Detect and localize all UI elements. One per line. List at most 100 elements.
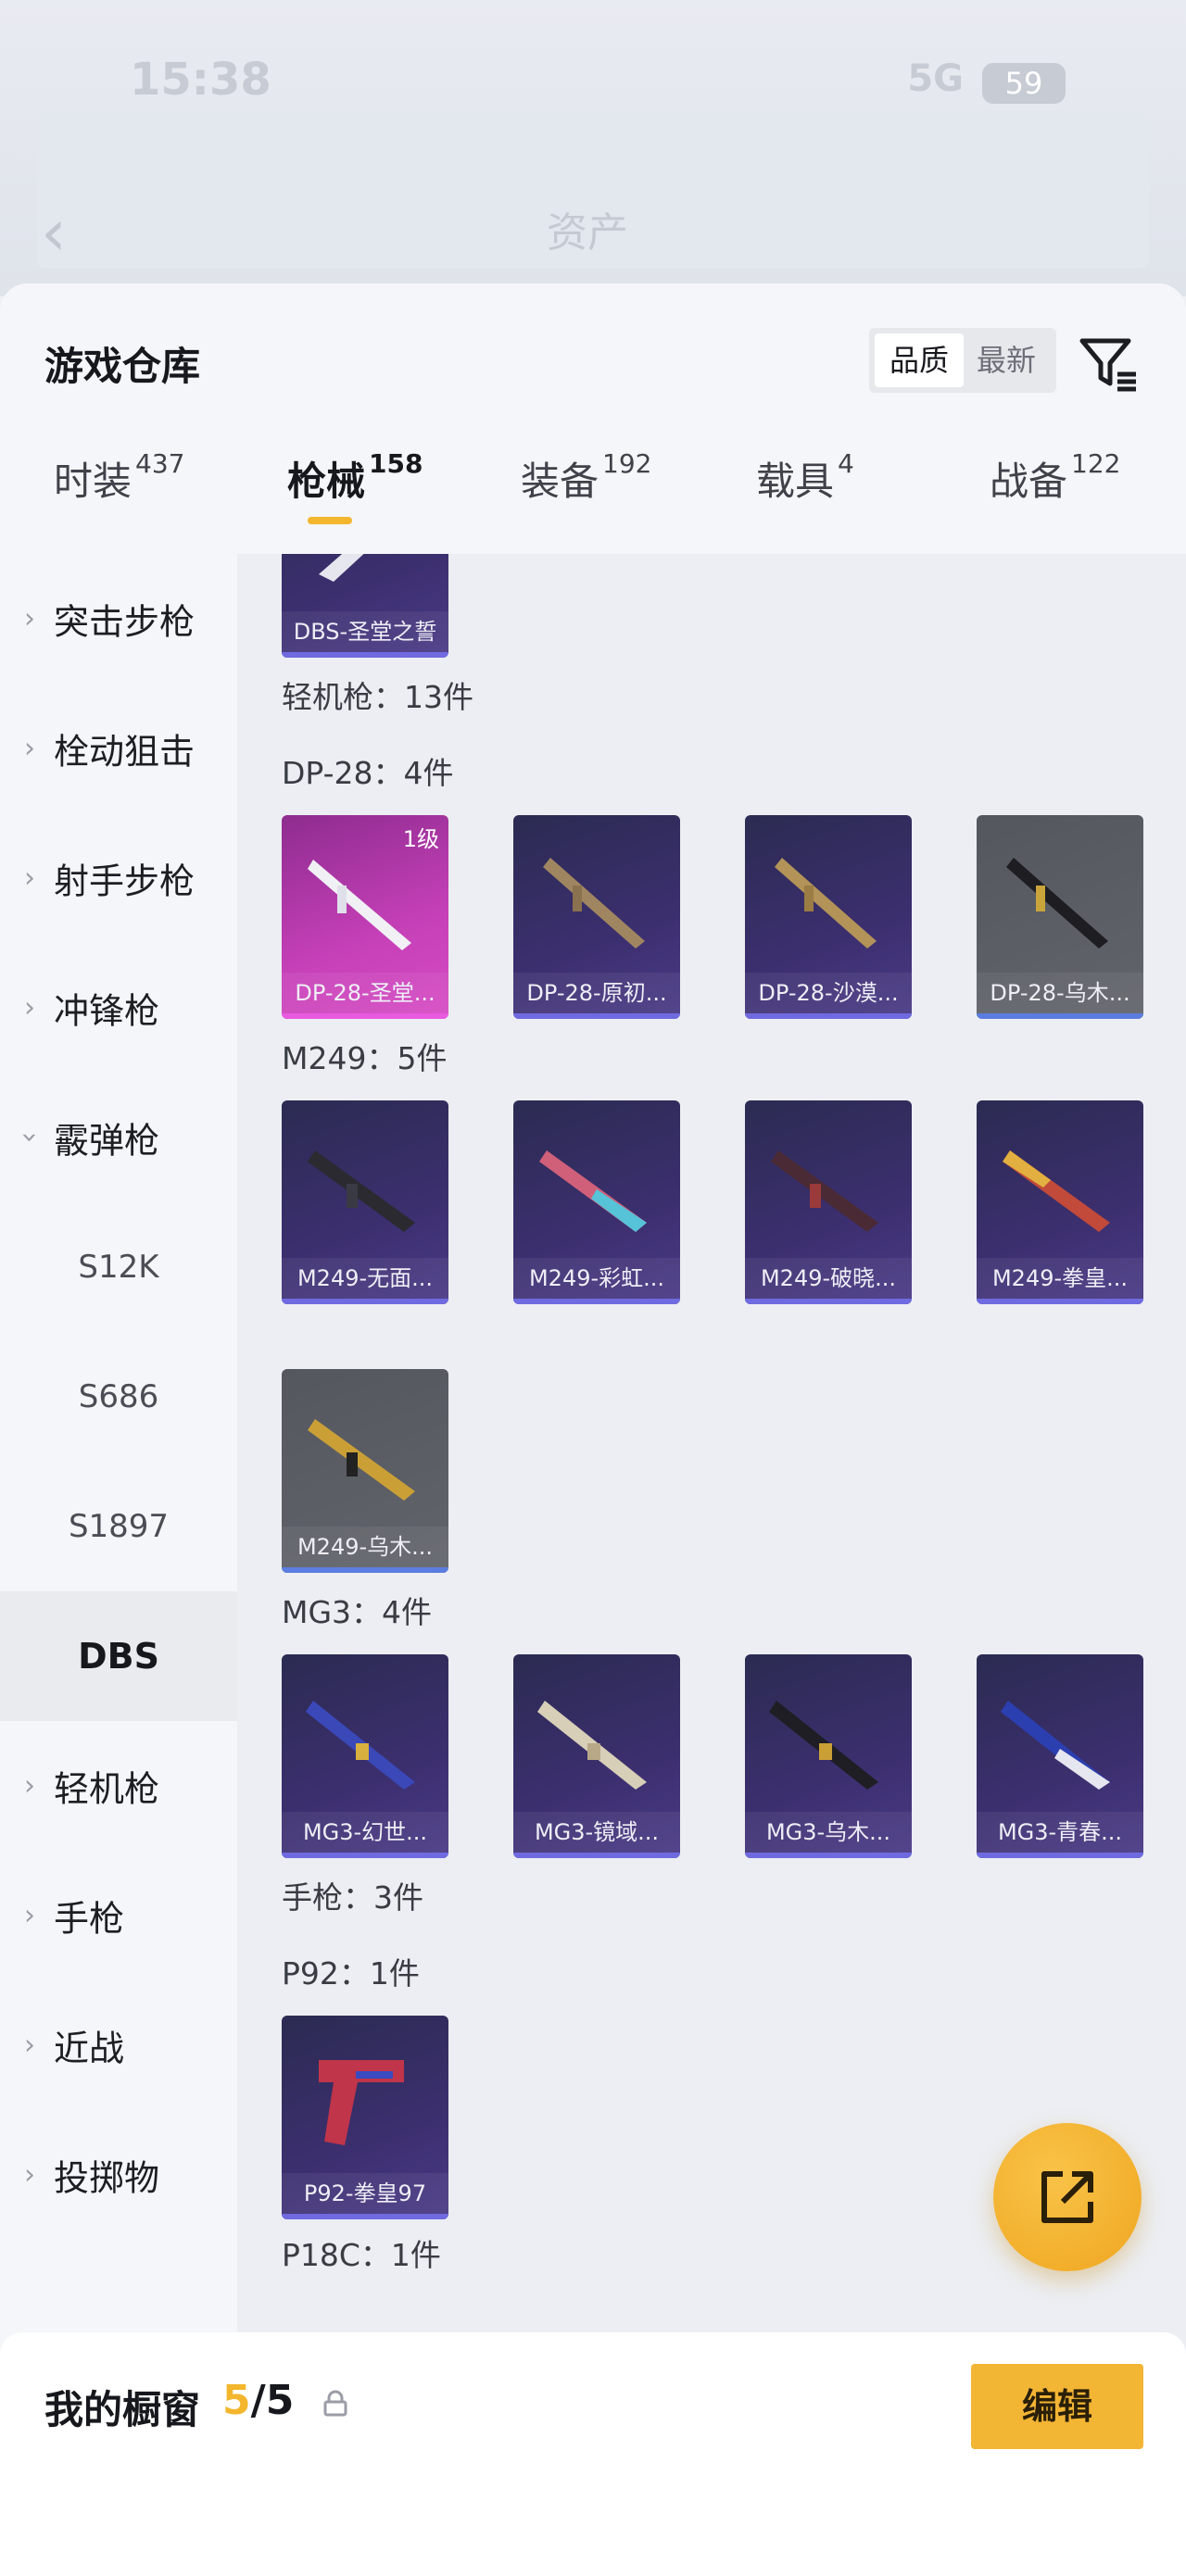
weapon-card[interactable]: P92-拳皇97 [282,2016,448,2219]
sidebar-item-label: 近战 [54,2028,125,2069]
chevron-right-icon: › [24,861,35,895]
tab-vehicles[interactable]: 载具 4 [756,448,854,507]
sidebar-item-melee[interactable]: › 近战 [0,1980,237,2110]
edit-button[interactable]: 编辑 [971,2364,1143,2449]
sidebar-item-smg[interactable]: › 冲锋枪 [0,943,237,1073]
rarity-bar [282,652,448,658]
weapon-card[interactable]: 1级 DP-28-圣堂... [282,815,448,1019]
sidebar-subitem-s12k[interactable]: S12K [0,1202,237,1332]
gun-icon [537,1701,647,1790]
chevron-right-icon: › [24,1899,35,1932]
gun-icon [771,1150,878,1232]
rarity-bar [282,1013,448,1019]
sidebar-subitem-s1897[interactable]: S1897 [0,1462,237,1591]
weapon-card-name: DP-28-圣堂... [282,973,448,1013]
sidebar-item-shotgun[interactable]: › 霰弹枪 [0,1073,237,1202]
status-time: 15:38 [130,54,271,106]
tab-battle-prep[interactable]: 战备 122 [990,448,1121,507]
sidebar-item-assault-rifle[interactable]: › 突击步枪 [0,554,237,684]
weapon-card[interactable]: M249-彩虹... [513,1100,680,1304]
tab-label: 枪械 [287,459,366,504]
gun-icon [775,858,877,949]
chevron-right-icon: › [24,991,35,1024]
tab-count: 122 [1071,448,1121,479]
tab-label: 装备 [521,459,599,504]
sidebar-item-label: 冲锋枪 [54,990,160,1032]
weapon-card-name: DP-28-沙漠... [745,973,912,1013]
weapon-card[interactable]: MG3-青春... [977,1654,1143,1858]
sort-quality[interactable]: 品质 [875,333,964,387]
gun-icon [1003,1150,1110,1232]
sidebar-item-pistol[interactable]: › 手枪 [0,1851,237,1980]
sidebar-subitem-label: S1897 [68,1508,170,1545]
gun-icon [319,2060,404,2145]
battery-indicator: 59 [982,63,1066,104]
nav-title: 资产 [547,209,628,257]
weapon-card[interactable]: MG3-镜域... [513,1654,680,1858]
tab-label: 时装 [54,459,132,504]
lock-icon [323,2390,347,2417]
weapon-card-name: DP-28-原初... [513,973,680,1013]
sort-toggle: 品质 最新 [869,328,1056,393]
tab-fashion[interactable]: 时装 437 [54,448,184,507]
gun-icon [1006,858,1108,949]
weapon-card[interactable]: MG3-幻世... [282,1654,448,1858]
section-header-p18c: P18C：1件 [282,2237,441,2273]
weapon-card[interactable]: DP-28-原初... [513,815,680,1019]
tab-equipment[interactable]: 装备 192 [521,448,651,507]
rarity-bar [513,1013,680,1019]
rarity-bar [977,1299,1143,1304]
showcase-total: /5 [250,2377,295,2424]
sidebar-item-dmr[interactable]: › 射手步枪 [0,813,237,943]
sidebar-subitem-s686[interactable]: S686 [0,1332,237,1462]
tab-count: 158 [369,448,423,479]
chevron-right-icon: › [24,2029,35,2062]
sidebar-item-lmg[interactable]: › 轻机枪 [0,1721,237,1851]
section-header-dp28: DP-28：4件 [282,755,454,791]
rarity-bar [977,1013,1143,1019]
back-icon[interactable]: ‹ [41,195,67,270]
chevron-right-icon: › [24,602,35,635]
tab-label: 载具 [756,459,835,504]
sort-newest[interactable]: 最新 [962,333,1051,387]
weapon-card[interactable]: DP-28-沙漠... [745,815,912,1019]
weapon-card[interactable]: M249-无面... [282,1100,448,1304]
rarity-bar [282,1853,448,1858]
rarity-bar [513,1853,680,1858]
weapon-card-name: M249-乌木... [282,1527,448,1567]
chevron-right-icon: › [24,2158,35,2192]
filter-icon[interactable] [1075,330,1142,396]
weapon-card[interactable]: DBS-圣堂之誓 [282,554,448,658]
weapon-card-name: MG3-镜域... [513,1812,680,1853]
blurred-top-bar: 15:38 5G 59 ‹ 资产 [0,0,1186,296]
active-tab-indicator [308,517,352,524]
sidebar-subitem-label: S686 [78,1378,159,1415]
share-button[interactable] [993,2123,1142,2271]
weapon-card[interactable]: MG3-乌木... [745,1654,912,1858]
tab-firearms[interactable]: 枪械 158 [287,448,423,507]
weapon-card-name: MG3-青春... [977,1812,1143,1853]
showcase-count: 5/5 [222,2377,294,2424]
weapon-card-name: DBS-圣堂之誓 [282,611,448,652]
chevron-right-icon: › [24,1769,35,1803]
sidebar-item-bolt-sniper[interactable]: › 栓动狙击 [0,684,237,813]
weapon-card-name: DP-28-乌木... [977,973,1143,1013]
tab-count: 4 [838,448,854,479]
page-title: 游戏仓库 [44,344,201,389]
sidebar-subitem-dbs[interactable]: DBS [0,1591,237,1721]
weapon-card[interactable]: M249-破晓... [745,1100,912,1304]
weapon-card[interactable]: M249-乌木... [282,1369,448,1573]
weapon-card-name: M249-无面... [282,1258,448,1299]
section-header-lmg: 轻机枪：13件 [282,679,473,715]
showcase-bar: 我的橱窗 5/5 编辑 [0,2332,1186,2576]
gun-icon [306,1701,415,1790]
gun-icon [308,1419,415,1501]
sidebar-item-throwables[interactable]: › 投掷物 [0,2110,237,2240]
gun-icon [308,860,411,950]
gun-icon [539,1150,647,1232]
weapon-card[interactable]: M249-拳皇... [977,1100,1143,1304]
rarity-bar [745,1853,912,1858]
weapon-card[interactable]: DP-28-乌木... [977,815,1143,1019]
gun-icon [1001,1701,1110,1790]
weapon-card-name: MG3-乌木... [745,1812,912,1853]
